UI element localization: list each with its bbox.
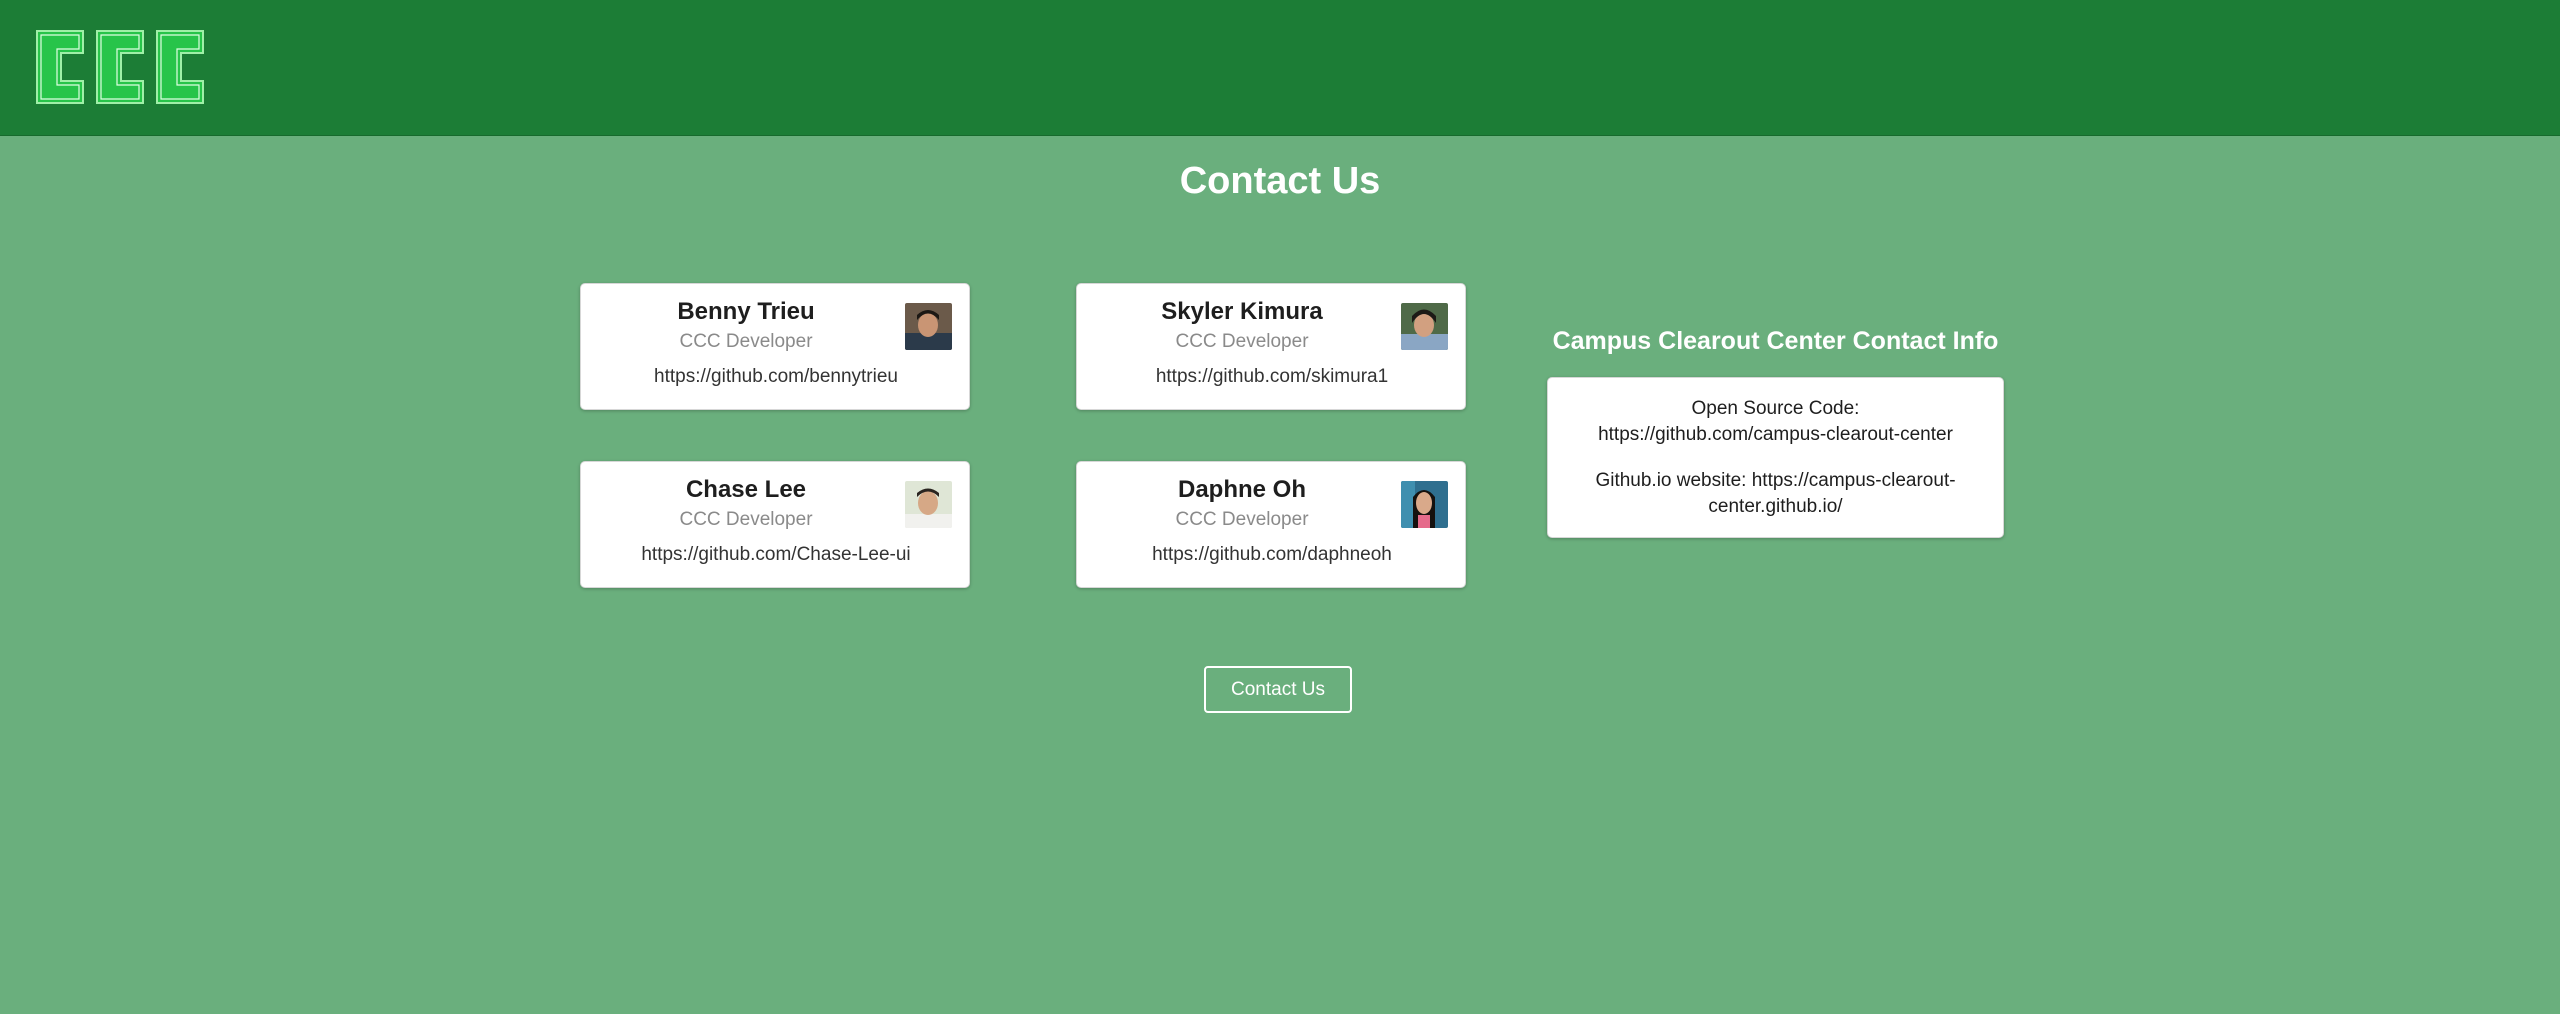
member-name: Chase Lee (685, 476, 807, 503)
member-name: Daphne Oh (1177, 476, 1306, 503)
open-source-code-line: Open Source Code: https://github.com/cam… (1598, 398, 1953, 445)
member-github-link[interactable]: https://github.com/skimura1 (1077, 366, 1467, 388)
member-role: CCC Developer (1175, 331, 1309, 352)
team-card-chase: Chase Lee CCC Developer https://github.c… (580, 461, 970, 588)
github-io-website-line: Github.io website: https://campus-clearo… (1595, 470, 1956, 517)
member-role: CCC Developer (1175, 509, 1309, 530)
ccc-logo[interactable] (33, 27, 213, 107)
team-card-daphne: Daphne Oh CCC Developer https://github.c… (1076, 461, 1466, 588)
top-navbar (0, 0, 2560, 136)
avatar (1401, 303, 1448, 350)
member-github-link[interactable]: https://github.com/bennytrieu (581, 366, 971, 388)
avatar (905, 303, 952, 350)
avatar (905, 481, 952, 528)
member-role: CCC Developer (679, 509, 813, 530)
member-role: CCC Developer (679, 331, 813, 352)
contact-us-button[interactable]: Contact Us (1204, 666, 1352, 713)
page-title: Contact Us (1179, 160, 1381, 202)
member-name: Benny Trieu (677, 298, 815, 325)
member-github-link[interactable]: https://github.com/daphneoh (1077, 544, 1467, 566)
contact-info-title: Campus Clearout Center Contact Info (1552, 327, 1999, 355)
member-name: Skyler Kimura (1161, 298, 1323, 325)
avatar (1401, 481, 1448, 528)
contact-info-box: Open Source Code: https://github.com/cam… (1547, 377, 2004, 538)
team-card-skyler: Skyler Kimura CCC Developer https://gith… (1076, 283, 1466, 410)
team-card-benny: Benny Trieu CCC Developer https://github… (580, 283, 970, 410)
member-github-link[interactable]: https://github.com/Chase-Lee-ui (581, 544, 971, 566)
